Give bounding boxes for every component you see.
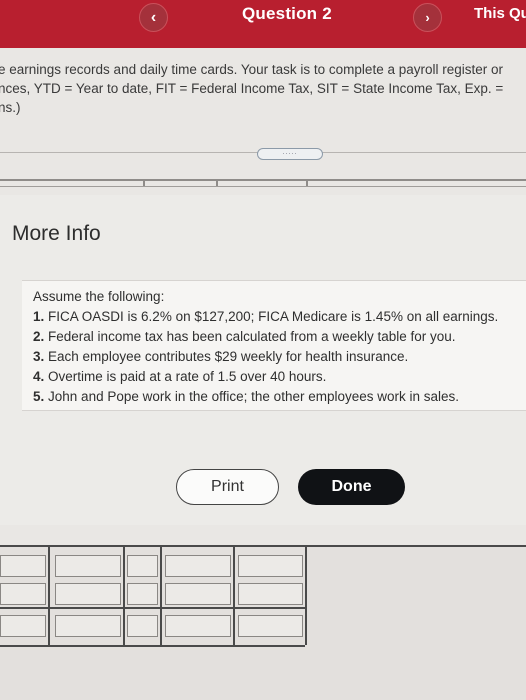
table-border: [305, 545, 307, 645]
payroll-register-table: [0, 545, 526, 700]
list-item: 3. Each employee contributes $29 weekly …: [33, 349, 408, 364]
instructions-line: nces, YTD = Year to date, FIT = Federal …: [0, 81, 504, 96]
list-item-text: Overtime is paid at a rate of 1.5 over 4…: [48, 369, 327, 384]
table-input-cell[interactable]: [0, 615, 46, 637]
table-input-cell[interactable]: [127, 583, 158, 605]
table-input-cell[interactable]: [238, 583, 303, 605]
table-input-cell[interactable]: [165, 583, 231, 605]
chevron-right-icon: ›: [425, 10, 430, 25]
dialog-title: More Info: [12, 222, 101, 245]
instructions-text: e earnings records and daily time cards.…: [0, 60, 526, 117]
list-item-text: Federal income tax has been calculated f…: [48, 329, 456, 344]
this-question-label[interactable]: This Qu: [474, 5, 526, 22]
table-input-cell[interactable]: [238, 555, 303, 577]
table-input-cell[interactable]: [165, 615, 231, 637]
table-border: [0, 545, 526, 547]
top-bar: ‹ Question 2 › This Qu: [0, 0, 526, 48]
list-item-text: FICA OASDI is 6.2% on $127,200; FICA Med…: [48, 309, 499, 324]
instructions-line: ns.): [0, 100, 21, 115]
done-button[interactable]: Done: [298, 469, 405, 505]
table-input-cell[interactable]: [165, 555, 231, 577]
list-item-number: 5.: [33, 389, 45, 404]
table-input-cell[interactable]: [238, 615, 303, 637]
print-button[interactable]: Print: [176, 469, 279, 505]
info-box: Assume the following: 1. FICA OASDI is 6…: [22, 280, 526, 411]
question-title: Question 2: [242, 4, 332, 23]
list-item-text: Each employee contributes $29 weekly for…: [48, 349, 409, 364]
table-input-cell[interactable]: [0, 583, 46, 605]
table-border: [0, 607, 305, 609]
next-question-button[interactable]: ›: [413, 3, 442, 32]
table-input-cell[interactable]: [55, 615, 121, 637]
table-border: [123, 545, 125, 645]
list-item: 4. Overtime is paid at a rate of 1.5 ove…: [33, 369, 326, 384]
divider: [0, 179, 526, 181]
list-item-number: 2.: [33, 329, 45, 344]
table-border: [48, 545, 50, 645]
chevron-left-icon: ‹: [150, 8, 157, 26]
info-intro: Assume the following:: [33, 289, 165, 304]
previous-question-button[interactable]: ‹: [139, 3, 168, 32]
list-item-number: 3.: [33, 349, 45, 364]
list-item-number: 1.: [33, 309, 45, 324]
divider: [0, 186, 526, 187]
table-input-cell[interactable]: [55, 583, 121, 605]
list-item: 1. FICA OASDI is 6.2% on $127,200; FICA …: [33, 309, 498, 324]
list-item: 5. John and Pope work in the office; the…: [33, 389, 459, 404]
list-item-number: 4.: [33, 369, 45, 384]
expand-toggle-button[interactable]: .....: [257, 148, 323, 160]
table-input-cell[interactable]: [127, 555, 158, 577]
table-input-cell[interactable]: [0, 555, 46, 577]
table-border: [233, 545, 235, 645]
instructions-line: e earnings records and daily time cards.…: [0, 62, 503, 77]
table-input-cell[interactable]: [55, 555, 121, 577]
list-item: 2. Federal income tax has been calculate…: [33, 329, 456, 344]
table-input-cell[interactable]: [127, 615, 158, 637]
list-item-text: John and Pope work in the office; the ot…: [48, 389, 460, 404]
table-border: [0, 645, 305, 647]
table-border: [160, 545, 162, 645]
